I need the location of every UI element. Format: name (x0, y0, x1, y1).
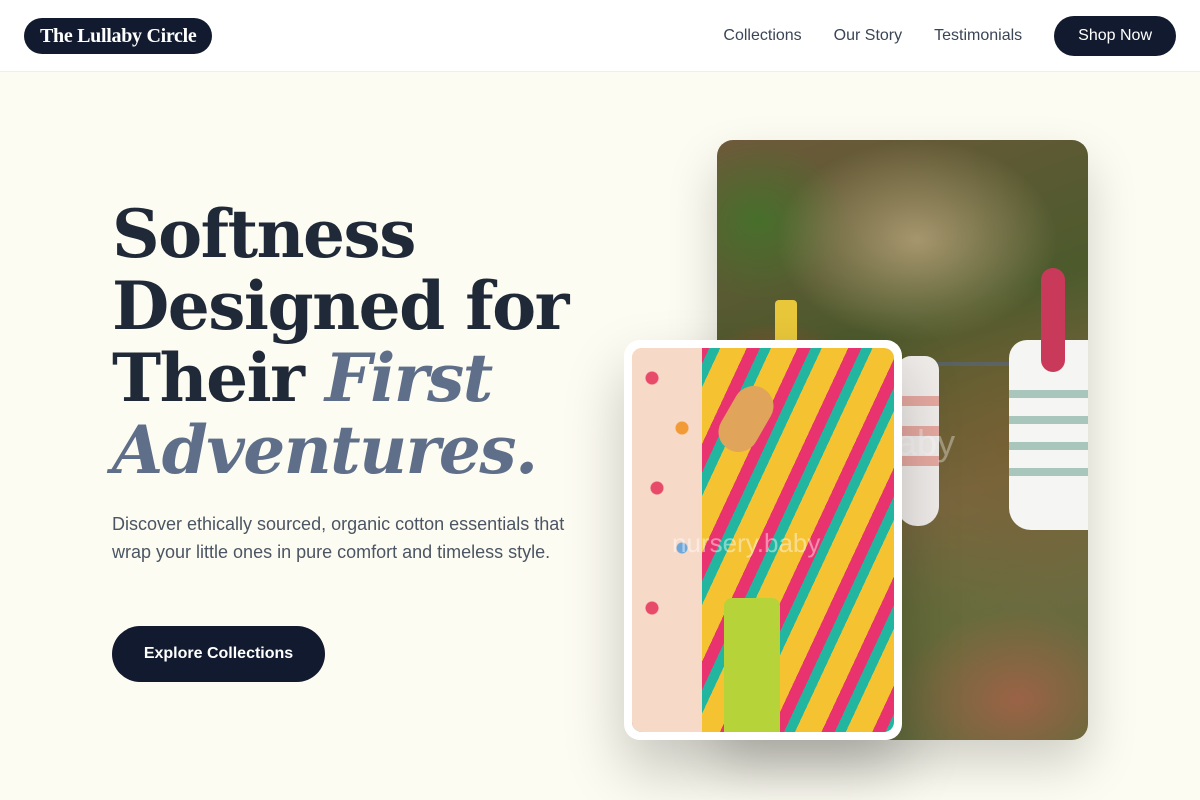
headline-accent-adventures: Adventures. (112, 411, 538, 489)
nav-link-collections[interactable]: Collections (723, 27, 801, 45)
site-header: The Lullaby Circle Collections Our Story… (0, 0, 1200, 72)
explore-collections-button[interactable]: Explore Collections (112, 626, 325, 682)
headline-line-2: Designed for (112, 267, 569, 345)
shop-now-button[interactable]: Shop Now (1054, 16, 1176, 56)
green-dress (724, 598, 780, 732)
photo-watermark-front: nursery.baby (672, 528, 821, 558)
headline-line-3-plain: Their (112, 339, 305, 417)
clothespin-red (1041, 268, 1065, 372)
hero-subtext: Discover ethically sourced, organic cott… (112, 514, 565, 562)
nav-link-our-story[interactable]: Our Story (834, 27, 902, 45)
headline-line-1: Softness (112, 195, 416, 273)
striped-dresses-photo: nursery.baby (624, 340, 902, 740)
striped-dresses-image: nursery.baby (632, 348, 894, 732)
wooden-hanger (711, 378, 781, 460)
main-nav: Collections Our Story Testimonials Shop … (723, 16, 1176, 56)
brand-logo[interactable]: The Lullaby Circle (24, 18, 213, 54)
hero-headline: Softness Designed for Their First Advent… (112, 198, 612, 486)
nav-link-testimonials[interactable]: Testimonials (934, 27, 1022, 45)
headline-accent-first: First (324, 339, 493, 417)
